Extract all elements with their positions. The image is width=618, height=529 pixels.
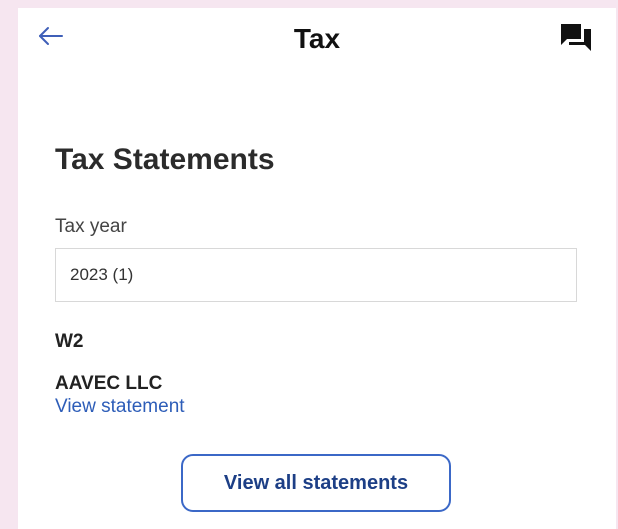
chat-icon <box>561 24 591 51</box>
top-app-bar: Tax <box>18 8 616 68</box>
page-title: Tax <box>293 23 341 54</box>
section-title: Tax Statements <box>55 143 275 176</box>
tax-year-select[interactable]: 2023 (1) <box>55 248 577 302</box>
chat-button[interactable] <box>559 22 593 52</box>
tax-year-selected-value: 2023 (1) <box>70 265 134 284</box>
app-screen: Tax Tax Statements Tax year 2023 (1) W2 … <box>18 8 616 529</box>
tax-year-label: Tax year <box>55 216 127 237</box>
statement-form-type: W2 <box>55 331 84 352</box>
view-all-statements-button[interactable]: View all statements <box>181 454 451 512</box>
statement-employer: AAVEC LLC <box>55 373 163 394</box>
view-statement-link[interactable]: View statement <box>55 395 185 419</box>
